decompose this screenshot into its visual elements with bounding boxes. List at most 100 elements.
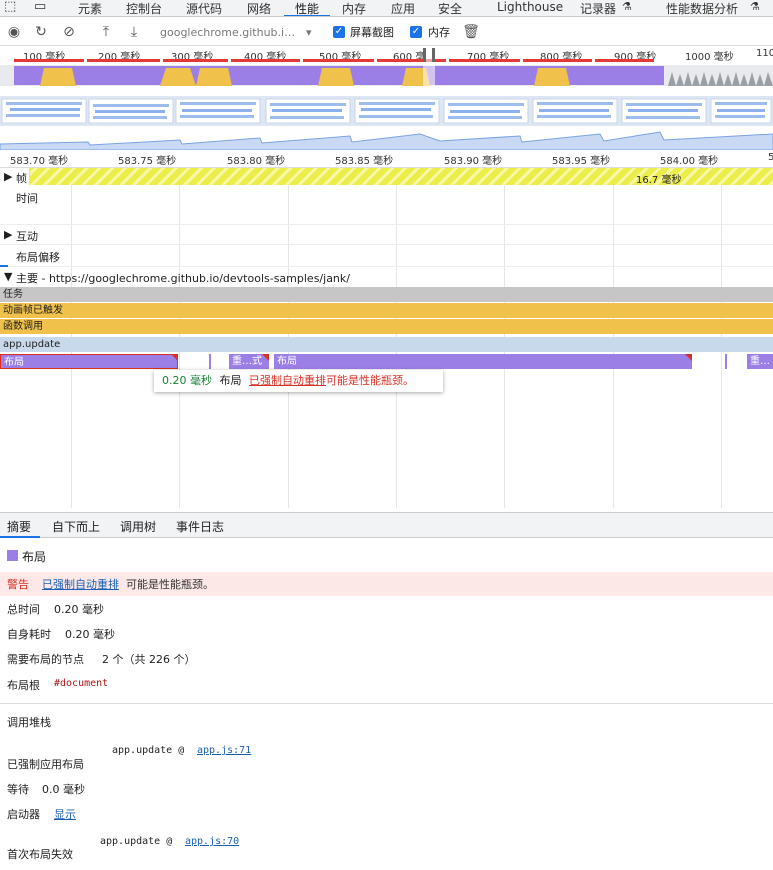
interactions-track [0, 225, 773, 245]
expand-triangle-icon[interactable]: ▶ [4, 170, 12, 183]
ruler-tick: 5 [768, 152, 773, 163]
animation-frame-bar[interactable]: 动画帧已触发 [0, 303, 773, 318]
first-invalidated-source-link[interactable]: app.js:70 [185, 836, 239, 847]
frame-duration: 16.7 毫秒 [636, 175, 682, 186]
download-icon[interactable]: ⤓ [125, 23, 143, 41]
first-invalidated-function: app.update @ [100, 836, 173, 847]
tab-memory[interactable]: 内存 [342, 0, 366, 16]
collapse-triangle-icon[interactable]: ▼ [4, 270, 12, 283]
flask-icon: ⚗ [622, 0, 632, 13]
ruler-tick: 583.95 毫秒 [552, 156, 611, 167]
long-task-marker [14, 59, 654, 62]
screenshot-content [6, 102, 767, 119]
tab-elements[interactable]: 元素 [78, 0, 102, 16]
tab-summary[interactable]: 摘要 [7, 518, 31, 535]
tab-network[interactable]: 网络 [247, 0, 271, 16]
performance-toolbar: ◉ ↻ ⊘ ⤒ ⤓ googlechrome.github.i… ▾ ✓ 屏幕截… [0, 20, 773, 46]
ruler-tick: 583.90 毫秒 [444, 156, 503, 167]
pending-value: 0.0 毫秒 [42, 783, 85, 796]
selection-left-handle [423, 48, 426, 62]
screenshots-label: 屏幕截图 [350, 26, 394, 39]
memory-checkbox[interactable]: ✓ [410, 26, 422, 38]
timeline-ruler: 583.70 毫秒 583.75 毫秒 583.80 毫秒 583.85 毫秒 … [0, 150, 773, 168]
ruler-tick: 583.85 毫秒 [335, 156, 394, 167]
inspect-icon[interactable]: ⬚ [4, 0, 16, 14]
chevron-down-icon: ▾ [306, 26, 312, 39]
selection-right-handle [432, 48, 435, 62]
memory-graph [0, 131, 773, 150]
layout-bar[interactable]: 布局 [274, 354, 692, 369]
layout-bar-selected[interactable]: 布局 [0, 354, 178, 369]
screenshots-checkbox[interactable]: ✓ [333, 26, 345, 38]
layout-root-label: 布局根 [7, 679, 40, 692]
timings-track-label: 时间 [16, 192, 38, 205]
ruler-tick: 583.75 毫秒 [118, 156, 177, 167]
warning-link[interactable]: 已强制自动重排 [42, 576, 119, 592]
warning-label: 警告 [7, 578, 29, 591]
active-tab-indicator [284, 15, 330, 16]
clear-icon[interactable]: ⊘ [60, 23, 78, 41]
forced-layout-source-link[interactable]: app.js:71 [197, 745, 251, 756]
first-invalidated-label: 首次布局失效 [7, 848, 73, 861]
task-bar[interactable]: 任务 [0, 287, 773, 302]
tab-recorder[interactable]: 记录器 [580, 0, 616, 16]
tooltip-warning-link[interactable]: 已强制自动重排 [249, 374, 326, 387]
total-time-label: 总时间 [7, 603, 40, 616]
initiator-label: 启动器 [7, 808, 40, 821]
recording-select[interactable]: googlechrome.github.i… ▾ [160, 24, 320, 42]
self-time-value: 0.20 毫秒 [65, 628, 115, 641]
tab-security[interactable]: 安全 [438, 0, 462, 16]
main-thread-label: 主要 - https://googlechrome.github.io/devt… [16, 272, 350, 285]
record-icon[interactable]: ◉ [5, 23, 23, 41]
call-stack-title: 调用堆栈 [7, 716, 51, 729]
summary-title: 布局 [22, 550, 47, 564]
layout-shifts-track [0, 245, 773, 267]
layout-root-value: #document [54, 678, 109, 689]
divider [0, 703, 773, 704]
tab-application[interactable]: 应用 [391, 0, 415, 16]
timeline-overview[interactable]: 100 毫秒 200 毫秒 300 毫秒 400 毫秒 500 毫秒 600 毫… [0, 46, 773, 150]
layout-shifts-track-label: 布局偏移 [16, 251, 60, 264]
warning-corner [685, 354, 692, 361]
category-color-swatch [7, 550, 18, 561]
track-indicator [0, 265, 8, 267]
tab-performance-insights[interactable]: 性能数据分析 [666, 0, 738, 16]
flame-tooltip: 0.20 毫秒 布局 已强制自动重排可能是性能瓶颈。 [154, 370, 443, 392]
details-tab-bar: 摘要 自下而上 调用树 事件日志 [0, 512, 773, 538]
pending-label: 等待 [7, 783, 29, 796]
forced-layout-label: 已强制应用布局 [7, 758, 84, 771]
device-toggle-icon[interactable]: ▭ [34, 0, 46, 14]
expand-triangle-icon[interactable]: ▶ [4, 228, 12, 241]
upload-icon[interactable]: ⤒ [97, 23, 115, 41]
tab-bottom-up[interactable]: 自下而上 [52, 518, 100, 535]
tab-sources[interactable]: 源代码 [186, 0, 222, 16]
devtools-tab-bar: ⬚ ▭ 元素 控制台 源代码 网络 性能 内存 应用 安全 Lighthouse… [0, 0, 773, 17]
initiator-reveal-link[interactable]: 显示 [54, 806, 76, 822]
app-update-bar[interactable]: app.update [0, 337, 773, 352]
active-tab-indicator [0, 536, 40, 538]
tooltip-name: 布局 [219, 374, 242, 387]
memory-label: 内存 [428, 26, 450, 39]
warning-corner [262, 354, 269, 361]
total-time-value: 0.20 毫秒 [54, 603, 104, 616]
layout-sliver[interactable] [725, 354, 727, 369]
tab-console[interactable]: 控制台 [126, 0, 162, 16]
flask-icon: ⚗ [750, 0, 760, 13]
tooltip-warning-text: 可能是性能瓶颈。 [326, 374, 414, 387]
layout-sliver[interactable] [209, 354, 211, 369]
function-call-bar[interactable]: 函数调用 [0, 319, 773, 334]
timings-track [0, 185, 773, 225]
tab-event-log[interactable]: 事件日志 [176, 518, 224, 535]
interactions-track-label: 互动 [16, 230, 38, 243]
tab-call-tree[interactable]: 调用树 [120, 518, 156, 535]
ruler-tick: 584.00 毫秒 [660, 156, 719, 167]
nodes-label: 需要布局的节点 [7, 653, 84, 666]
reload-icon[interactable]: ↻ [32, 23, 50, 41]
ruler-tick: 583.80 毫秒 [227, 156, 286, 167]
recording-select-value: googlechrome.github.i… [160, 26, 296, 39]
tab-lighthouse[interactable]: Lighthouse [497, 0, 563, 14]
trash-icon[interactable]: 🗑 [462, 23, 480, 41]
recalc-style-bar[interactable]: 重… [747, 354, 773, 369]
nodes-value: 2 个（共 226 个） [102, 653, 196, 666]
warning-corner [171, 354, 178, 361]
